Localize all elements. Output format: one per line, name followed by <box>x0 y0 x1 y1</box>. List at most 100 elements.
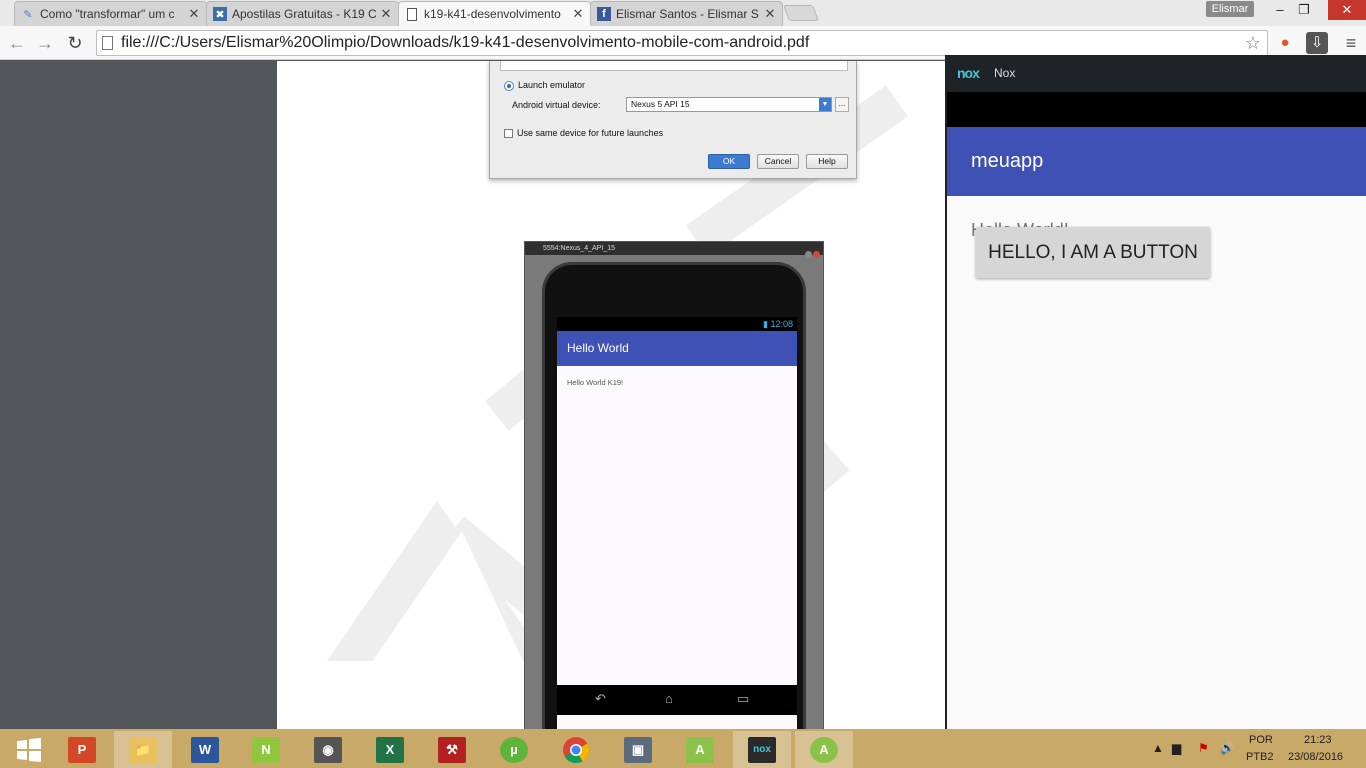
android-studio-icon: A <box>810 736 838 763</box>
close-icon[interactable]: ✕ <box>188 6 200 22</box>
close-icon[interactable] <box>813 251 820 258</box>
nox-title: Nox <box>994 66 1016 80</box>
tab-title: Como "transformar" um c <box>40 7 175 21</box>
emulator-window-controls <box>804 245 820 258</box>
taskbar-computer[interactable]: ▣ <box>609 731 667 768</box>
utorrent-icon: µ <box>500 736 528 763</box>
chevron-up-icon[interactable]: ▲ <box>1152 741 1164 755</box>
close-icon[interactable]: ✕ <box>380 6 392 22</box>
taskbar-movie-maker[interactable]: ◉ <box>299 731 357 768</box>
clock-date[interactable]: 23/08/2016 <box>1288 751 1343 763</box>
tab-strip: ✎ Como "transformar" um c ✕ ✖ Apostilas … <box>0 0 1366 26</box>
phone-screen: ▮ 12:08 Hello World Hello World K19! ↶ ⌂… <box>557 317 797 729</box>
powerpoint-icon: P <box>68 736 96 763</box>
extension-icon[interactable]: ● <box>1274 32 1296 54</box>
address-bar[interactable]: file:///C:/Users/Elismar%20Olimpio/Downl… <box>96 30 1268 56</box>
hello-button[interactable]: HELLO, I AM A BUTTON <box>976 227 1210 278</box>
nox-icon: nox <box>748 736 776 763</box>
avd-value: Nexus 5 API 15 <box>631 99 690 109</box>
nox-app-title: meuapp <box>947 127 1366 196</box>
avd-label: Android virtual device: <box>512 100 601 110</box>
help-button[interactable]: Help <box>806 154 848 169</box>
tab-title: Apostilas Gratuitas - K19 C <box>232 7 376 21</box>
network-icon[interactable]: ▆ <box>1172 741 1181 755</box>
avd-more-button[interactable]: ... <box>835 97 849 112</box>
android-studio-icon: ✎ <box>23 8 33 21</box>
tab-pdf-active[interactable]: k19-k41-desenvolvimento ✕ <box>398 1 591 26</box>
ok-button[interactable]: OK <box>708 154 750 169</box>
volume-icon[interactable]: 🔊 <box>1220 741 1235 755</box>
taskbar-file-explorer[interactable]: 📁 <box>114 731 172 768</box>
clock-time[interactable]: 21:23 <box>1304 734 1332 746</box>
emulator-app-title: Hello World <box>557 331 797 366</box>
film-icon: ◉ <box>314 736 342 763</box>
status-bar: ▮ 12:08 <box>557 317 797 331</box>
address-url: file:///C:/Users/Elismar%20Olimpio/Downl… <box>121 34 810 51</box>
back-icon[interactable]: ← <box>6 32 28 54</box>
status-time: 12:08 <box>770 319 793 329</box>
folder-icon: 📁 <box>129 736 157 763</box>
nav-bar: ↶ ⌂ ▭ <box>557 685 797 715</box>
home-icon[interactable]: ⌂ <box>665 691 673 706</box>
nox-window: nox Nox meuapp Hello World! HELLO, I AM … <box>945 55 1366 749</box>
taskbar-android-studio-2[interactable]: A <box>795 731 853 768</box>
bookmark-star-icon[interactable]: ☆ <box>1245 31 1261 55</box>
run-configuration-dialog: Launch emulator Android virtual device: … <box>489 61 857 179</box>
taskbar-chrome[interactable] <box>547 731 605 768</box>
pdf-page: Launch emulator Android virtual device: … <box>277 61 945 729</box>
computer-icon: ▣ <box>624 736 652 763</box>
language-indicator[interactable]: POR <box>1249 734 1273 746</box>
windows-icon <box>17 737 41 762</box>
taskbar-excel[interactable]: X <box>361 731 419 768</box>
minimize-icon[interactable] <box>805 251 812 258</box>
page-icon <box>405 7 419 21</box>
flag-icon[interactable]: ⚑ <box>1198 741 1209 755</box>
same-device-checkbox[interactable] <box>504 129 513 138</box>
tab-facebook[interactable]: f Elismar Santos - Elismar S ✕ <box>590 1 783 26</box>
nox-titlebar: nox Nox <box>947 55 1366 92</box>
same-device-label: Use same device for future launches <box>517 128 664 138</box>
excel-icon: X <box>376 736 404 763</box>
tab-title: k19-k41-desenvolvimento <box>424 7 561 21</box>
user-profile-badge[interactable]: Elismar <box>1206 1 1254 17</box>
tab-apostilas[interactable]: ✖ Apostilas Gratuitas - K19 C ✕ <box>206 1 399 26</box>
cancel-button[interactable]: Cancel <box>757 154 799 169</box>
keyboard-layout[interactable]: PTB2 <box>1246 751 1274 763</box>
facebook-icon: f <box>597 7 611 21</box>
avd-select[interactable]: Nexus 5 API 15 ▼ <box>626 97 832 112</box>
window-close-icon[interactable]: ✕ <box>1328 0 1366 20</box>
start-button[interactable] <box>0 731 58 768</box>
chevron-down-icon[interactable]: ▼ <box>819 98 831 111</box>
taskbar-notepad-plus-plus[interactable]: N <box>237 731 295 768</box>
word-icon: W <box>191 736 219 763</box>
nox-logo: nox <box>957 65 980 81</box>
back-icon[interactable]: ↶ <box>595 691 606 707</box>
chrome-icon <box>563 736 590 763</box>
launch-emulator-label: Launch emulator <box>518 80 586 90</box>
tool-icon: ⚒ <box>438 736 466 763</box>
taskbar-nox[interactable]: nox <box>733 731 791 768</box>
taskbar: P 📁 W N ◉ X ⚒ µ ▣ A nox A ▲ ▆ ⚑ 🔊 POR PT… <box>0 729 1366 768</box>
emulator-window: 5554:Nexus_4_API_15 ▮ 12:08 Hello World … <box>524 241 824 729</box>
taskbar-word[interactable]: W <box>176 731 234 768</box>
reload-icon[interactable]: ↻ <box>64 32 86 54</box>
new-tab-button[interactable] <box>783 5 819 21</box>
taskbar-powerpoint[interactable]: P <box>53 731 111 768</box>
menu-icon[interactable]: ≡ <box>1340 32 1362 54</box>
forward-icon[interactable]: → <box>34 32 56 54</box>
taskbar-android-studio[interactable]: A <box>671 731 729 768</box>
k19-icon: ✖ <box>213 7 227 21</box>
close-icon[interactable]: ✕ <box>764 6 776 22</box>
close-icon[interactable]: ✕ <box>572 6 584 22</box>
phone-frame: ▮ 12:08 Hello World Hello World K19! ↶ ⌂… <box>542 262 806 729</box>
emulator-hello-text: Hello World K19! <box>567 378 624 387</box>
device-list <box>500 61 848 71</box>
launch-emulator-radio[interactable] <box>504 81 514 91</box>
recents-icon[interactable]: ▭ <box>737 691 749 707</box>
download-icon[interactable]: ⇩ <box>1306 32 1328 54</box>
restore-icon[interactable]: ❐ <box>1290 0 1318 20</box>
taskbar-utorrent[interactable]: µ <box>485 731 543 768</box>
taskbar-tool[interactable]: ⚒ <box>423 731 481 768</box>
tab-como-transformar[interactable]: ✎ Como "transformar" um c ✕ <box>14 1 207 26</box>
tab-title: Elismar Santos - Elismar S <box>616 7 759 21</box>
